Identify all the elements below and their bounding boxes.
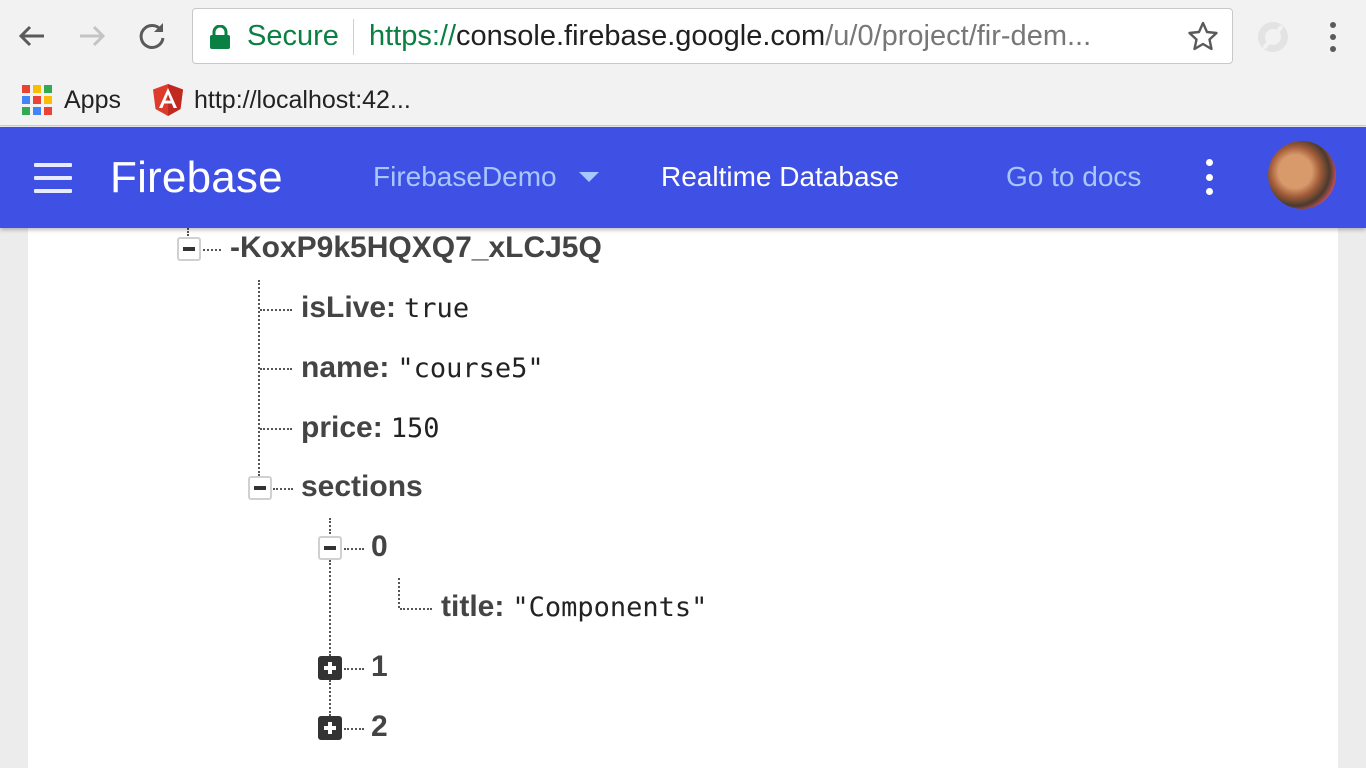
- field-key: title:: [441, 590, 505, 623]
- field-value[interactable]: "Components": [512, 592, 707, 623]
- tree-connector: [329, 518, 331, 534]
- node-key: sections: [301, 470, 423, 503]
- project-selector[interactable]: FirebaseDemo: [373, 161, 599, 193]
- tree-node-section-0[interactable]: 0: [371, 530, 388, 564]
- go-to-docs-link[interactable]: Go to docs: [1006, 161, 1141, 193]
- firebase-logo-text[interactable]: Firebase: [110, 153, 283, 203]
- tree-connector: [329, 680, 331, 716]
- tree-connector: [273, 488, 293, 490]
- firebase-header: Firebase FirebaseDemo Realtime Database …: [0, 127, 1366, 228]
- field-value[interactable]: true: [404, 293, 469, 324]
- field-key: name:: [301, 351, 390, 384]
- tree-node-section-2[interactable]: 2: [371, 710, 388, 744]
- dropdown-caret-icon: [578, 172, 599, 182]
- tree-node-price[interactable]: price: 150: [301, 411, 439, 446]
- project-name: FirebaseDemo: [373, 161, 557, 192]
- tree-connector: [344, 548, 364, 550]
- node-key: 2: [371, 710, 388, 743]
- field-key: isLive:: [301, 291, 397, 324]
- tree-node-root[interactable]: -KoxP9k5HQXQ7_xLCJ5Q: [230, 231, 602, 265]
- field-value[interactable]: "course5": [397, 353, 543, 384]
- collapse-sections-button[interactable]: [248, 476, 272, 500]
- expand-section-1-button[interactable]: [318, 656, 342, 680]
- node-key: -KoxP9k5HQXQ7_xLCJ5Q: [230, 231, 602, 264]
- tree-node-sections[interactable]: sections: [301, 470, 423, 504]
- tree-connector: [260, 428, 292, 430]
- tree-connector: [260, 309, 292, 311]
- tree-connector: [344, 728, 364, 730]
- tree-connector: [260, 368, 292, 370]
- field-key: price:: [301, 411, 383, 444]
- collapse-root-button[interactable]: [177, 237, 201, 261]
- tree-connector: [187, 228, 189, 236]
- tree-connector: [329, 560, 331, 656]
- tree-connector: [203, 249, 221, 251]
- tree-node-name[interactable]: name: "course5": [301, 351, 544, 386]
- tree-node-islive[interactable]: isLive: true: [301, 291, 469, 326]
- hamburger-menu-icon[interactable]: [34, 163, 72, 193]
- avatar[interactable]: [1268, 141, 1336, 209]
- tree-node-section-1[interactable]: 1: [371, 650, 388, 684]
- node-key: 1: [371, 650, 388, 683]
- tree-connector: [344, 668, 364, 670]
- tree-connector: [398, 578, 400, 608]
- more-options-icon[interactable]: [1200, 159, 1218, 195]
- database-tree: -KoxP9k5HQXQ7_xLCJ5Q isLive: true name: "c…: [0, 0, 1366, 768]
- page-title: Realtime Database: [661, 161, 900, 192]
- field-value[interactable]: 150: [391, 413, 440, 444]
- tree-connector: [400, 608, 432, 610]
- expand-section-2-button[interactable]: [318, 716, 342, 740]
- node-key: 0: [371, 530, 388, 563]
- tree-node-title[interactable]: title: "Components": [441, 590, 707, 625]
- collapse-section-0-button[interactable]: [318, 536, 342, 560]
